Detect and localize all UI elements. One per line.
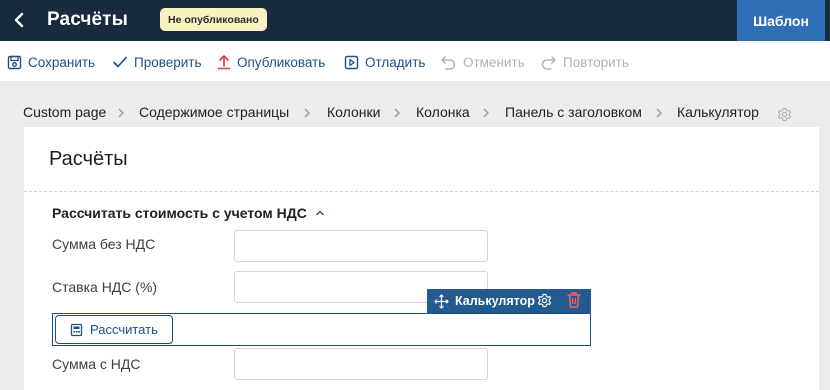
chevron-left-icon [14, 12, 24, 28]
field-label: Сумма без НДС [52, 236, 156, 252]
checkmark-icon [113, 56, 127, 68]
calculate-label: Рассчитать [90, 322, 158, 337]
amount-with-vat-input[interactable] [234, 348, 488, 380]
breadcrumb-item[interactable]: Колонка [416, 104, 470, 120]
redo-button[interactable]: Повторить [540, 52, 629, 72]
field-label: Ставка НДС (%) [52, 279, 158, 295]
chevron-right-icon [483, 108, 489, 118]
debug-play-icon [344, 55, 359, 69]
calculate-button[interactable]: Рассчитать [55, 315, 173, 344]
chevron-up-icon[interactable] [315, 209, 325, 217]
chevron-right-icon [304, 108, 310, 118]
status-badge: Не опубликовано [160, 8, 267, 31]
breadcrumb-item[interactable]: Содержимое страницы [139, 104, 289, 120]
breadcrumb-item[interactable]: Панель с заголовком [505, 104, 642, 120]
debug-button[interactable]: Отладить [344, 52, 425, 72]
back-button[interactable] [8, 8, 30, 32]
breadcrumb-item[interactable]: Custom page [23, 104, 106, 120]
move-arrows-icon[interactable] [431, 293, 451, 309]
redo-icon [541, 56, 556, 70]
undo-button[interactable]: Отменить [440, 52, 525, 72]
gear-icon[interactable] [536, 292, 553, 309]
trash-icon[interactable] [567, 291, 581, 309]
save-button[interactable]: Сохранить [7, 52, 95, 72]
redo-label: Повторить [563, 54, 629, 70]
debug-label: Отладить [365, 54, 426, 70]
widget-context-toolbar: Калькулятор [427, 289, 591, 313]
breadcrumb-item[interactable]: Колонки [327, 104, 380, 120]
widget-label: Калькулятор [455, 294, 535, 308]
section-header[interactable]: Рассчитать стоимость с учетом НДС [52, 205, 325, 221]
chevron-right-icon [394, 108, 400, 118]
upload-arrow-icon [217, 55, 231, 70]
save-label: Сохранить [28, 54, 96, 70]
divider [24, 191, 819, 192]
toolbar: Сохранить Проверить Опубликовать Отладит… [0, 41, 830, 81]
save-icon [7, 55, 22, 69]
publish-label: Опубликовать [237, 54, 326, 70]
undo-label: Отменить [463, 54, 525, 70]
page-panel: Расчёты Рассчитать стоимость с учетом НД… [24, 127, 819, 390]
undo-icon [441, 56, 456, 70]
publish-button[interactable]: Опубликовать [217, 52, 325, 72]
chevron-right-icon [656, 108, 662, 118]
gear-icon[interactable] [776, 106, 793, 123]
app-title: Расчёты [47, 9, 128, 30]
breadcrumb-item-current[interactable]: Калькулятор [677, 104, 759, 120]
check-label: Проверить [134, 54, 202, 70]
page-title: Расчёты [49, 148, 128, 170]
section-title: Рассчитать стоимость с учетом НДС [52, 205, 307, 221]
field-label: Сумма с НДС [52, 356, 141, 372]
check-button[interactable]: Проверить [112, 52, 202, 72]
top-bar: Расчёты Не опубликовано Шаблон [0, 0, 830, 41]
amount-without-vat-input[interactable] [234, 230, 488, 262]
chevron-right-icon [118, 108, 124, 118]
calculator-widget[interactable]: Рассчитать [52, 313, 591, 346]
calculator-icon [70, 323, 83, 336]
template-button[interactable]: Шаблон [737, 0, 825, 41]
